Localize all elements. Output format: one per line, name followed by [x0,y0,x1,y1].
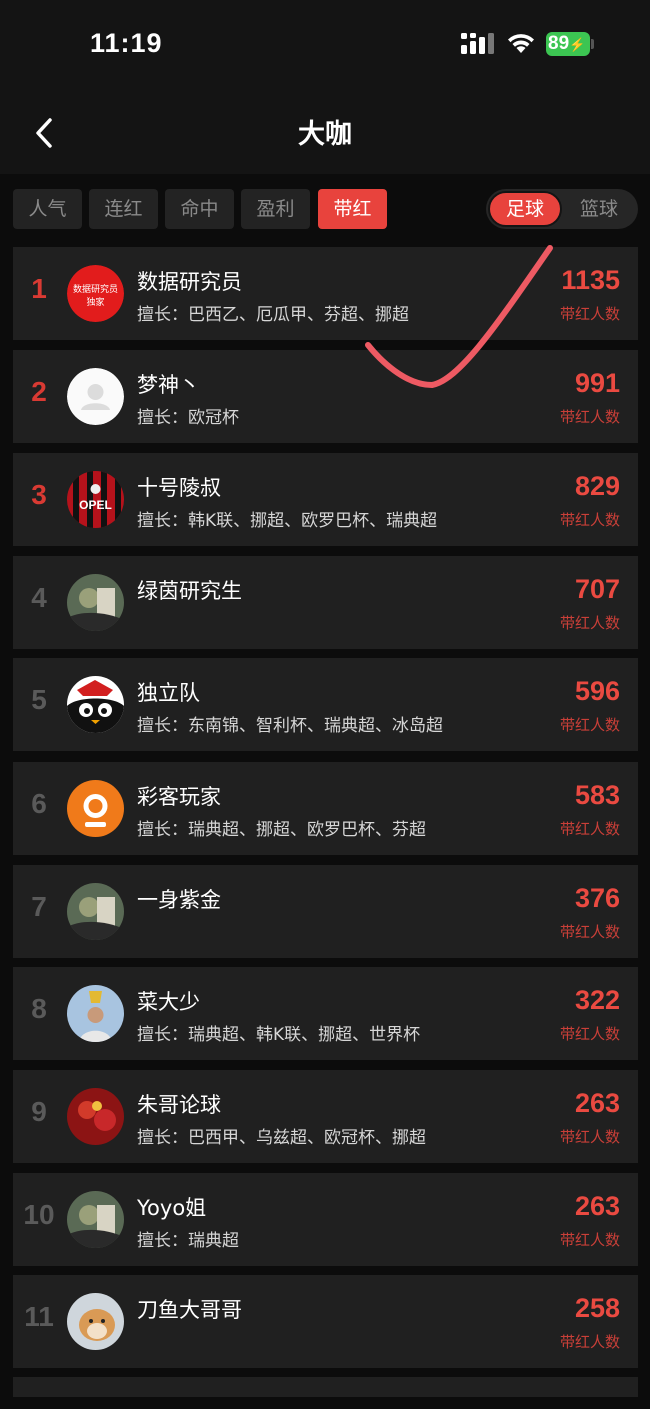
rank-number: 2 [31,376,47,407]
expert-row[interactable]: 1 数据研究员 独家 数据研究员 擅长：巴西乙、厄瓜甲、芬超、挪超 1135 带红人数 [13,247,638,340]
jersey-sponsor-text: OPEL [79,498,112,512]
rank-number: 5 [31,684,47,715]
avatar[interactable] [67,1293,124,1350]
expert-specialty: 擅长：瑞典超 [137,1231,239,1251]
wins-led-count: 376 [574,883,620,913]
expert-name[interactable]: 刀鱼大哥哥 [137,1294,242,1324]
expert-name[interactable]: 菜大少 [137,986,200,1016]
wins-led-count: 322 [574,985,620,1015]
avatar[interactable] [67,985,124,1042]
wins-led-count: 829 [574,471,620,501]
tab-streak[interactable]: 连红 [89,189,158,229]
avatar[interactable] [67,1191,124,1248]
avatar[interactable] [67,780,124,837]
expert-specialty: 擅长：巴西乙、厄瓜甲、芬超、挪超 [137,305,409,325]
expert-name[interactable]: 绿茵研究生 [137,575,242,605]
expert-name[interactable]: 数据研究员 [137,266,242,296]
wins-led-count: 258 [574,1293,620,1323]
expert-name[interactable]: 彩客玩家 [137,781,221,811]
expert-specialty: 擅长：瑞典超、韩K联、挪超、世界杯 [137,1025,421,1045]
wins-led-label: 带红人数 [559,1128,620,1146]
wins-led-label: 带红人数 [559,1025,620,1043]
wins-led-label: 带红人数 [559,511,620,529]
wins-led-label: 带红人数 [559,305,620,323]
ranking-tabs: 人气 连红 命中 盈利 带红 足球 篮球 [0,174,650,240]
expert-name[interactable]: 一身紫金 [137,884,221,914]
expert-name[interactable]: 梦神丶 [137,369,200,399]
charging-bolt-icon: ⚡ [569,37,586,52]
status-bar: 11:19 89⚡ [0,0,650,90]
expert-row[interactable]: 3 OPEL 十号陵叔擅长：韩K联、挪超、欧罗巴杯、瑞典超 829 带红人数 [13,453,638,546]
expert-row[interactable]: 8 菜大少擅长：瑞典超、韩K联、挪超、世界杯 322 带红人数 [13,967,638,1060]
expert-name[interactable]: 独立队 [137,677,200,707]
avatar[interactable] [67,1088,124,1145]
battery-tip [591,39,594,49]
avatar-logo-subtext: 独家 [86,296,104,308]
avatar-logo-text: 数据研究员 [73,283,118,295]
rank-number: 7 [31,891,47,922]
nav-header: 大咖 [0,90,650,174]
battery-level: 89 [548,33,570,54]
tab-profit[interactable]: 盈利 [241,189,310,229]
wins-led-count: 707 [574,574,620,604]
expert-row[interactable]: 5 独立队擅长：东南锦、智利杯、瑞典超、冰岛超 596 带红人数 [13,658,638,751]
wins-led-label: 带红人数 [559,923,620,941]
avatar[interactable]: OPEL [67,471,124,528]
sport-basketball-button[interactable]: 篮球 [562,189,636,229]
wifi-icon [508,34,534,53]
rank-number: 10 [23,1199,55,1230]
rank-number: 8 [31,993,47,1024]
expert-specialty: 擅长：巴西甲、乌兹超、欧冠杯、挪超 [137,1128,426,1148]
avatar[interactable] [67,368,124,425]
expert-row[interactable]: 10 Yoyo姐擅长：瑞典超 263 带红人数 [13,1173,638,1266]
wins-led-label: 带红人数 [559,716,620,734]
wins-led-label: 带红人数 [559,1231,620,1249]
wins-led-count: 1135 [561,265,620,295]
expert-specialty: 擅长：欧冠杯 [137,408,239,428]
expert-row[interactable]: 9 朱哥论球擅长：巴西甲、乌兹超、欧冠杯、挪超 263 带红人数 [13,1070,638,1163]
avatar[interactable] [67,676,124,733]
wins-led-label: 带红人数 [559,820,620,838]
page-title: 大咖 [298,119,352,150]
wins-led-label: 带红人数 [559,408,620,426]
sport-toggle: 足球 篮球 [486,189,638,229]
wins-led-count: 263 [574,1088,620,1118]
expert-specialty: 擅长：韩K联、挪超、欧罗巴杯、瑞典超 [137,511,438,531]
rank-number: 9 [31,1096,47,1127]
wins-led-count: 583 [574,780,620,810]
tab-popularity[interactable]: 人气 [13,189,82,229]
wins-led-count: 263 [574,1191,620,1221]
expert-row[interactable]: 2 梦神丶擅长：欧冠杯 991 带红人数 [13,350,638,443]
wins-led-count: 991 [574,368,620,398]
rank-number: 4 [31,582,47,613]
battery-indicator: 89⚡ [546,32,590,56]
rank-number: 3 [31,479,47,510]
expert-row[interactable]: 7 一身紫金 376 带红人数 [13,865,638,958]
wins-led-label: 带红人数 [559,614,620,632]
expert-row[interactable]: 6 彩客玩家擅长：瑞典超、挪超、欧罗巴杯、芬超 583 带红人数 [13,762,638,855]
avatar[interactable] [67,574,124,631]
rank-number: 1 [31,273,47,304]
cellular-signal-icon [461,33,494,54]
wins-led-count: 596 [574,676,620,706]
expert-name[interactable]: Yoyo姐 [137,1192,206,1222]
expert-specialty: 擅长：瑞典超、挪超、欧罗巴杯、芬超 [137,820,426,840]
sport-football-button[interactable]: 足球 [488,191,562,227]
list-item-partial [13,1377,638,1397]
avatar[interactable]: 数据研究员 独家 [67,265,124,322]
expert-row[interactable]: 11 刀鱼大哥哥 258 带红人数 [13,1275,638,1368]
rank-number: 6 [31,788,47,819]
expert-specialty: 擅长：东南锦、智利杯、瑞典超、冰岛超 [137,716,443,736]
avatar[interactable] [67,883,124,940]
tab-hit-rate[interactable]: 命中 [165,189,234,229]
expert-name[interactable]: 十号陵叔 [137,472,221,502]
rank-number: 11 [24,1301,54,1332]
tab-wins-led[interactable]: 带红 [318,189,387,229]
status-time: 11:19 [90,28,163,58]
expert-row[interactable]: 4 绿茵研究生 707 带红人数 [13,556,638,649]
wins-led-label: 带红人数 [559,1333,620,1351]
expert-name[interactable]: 朱哥论球 [137,1089,221,1119]
